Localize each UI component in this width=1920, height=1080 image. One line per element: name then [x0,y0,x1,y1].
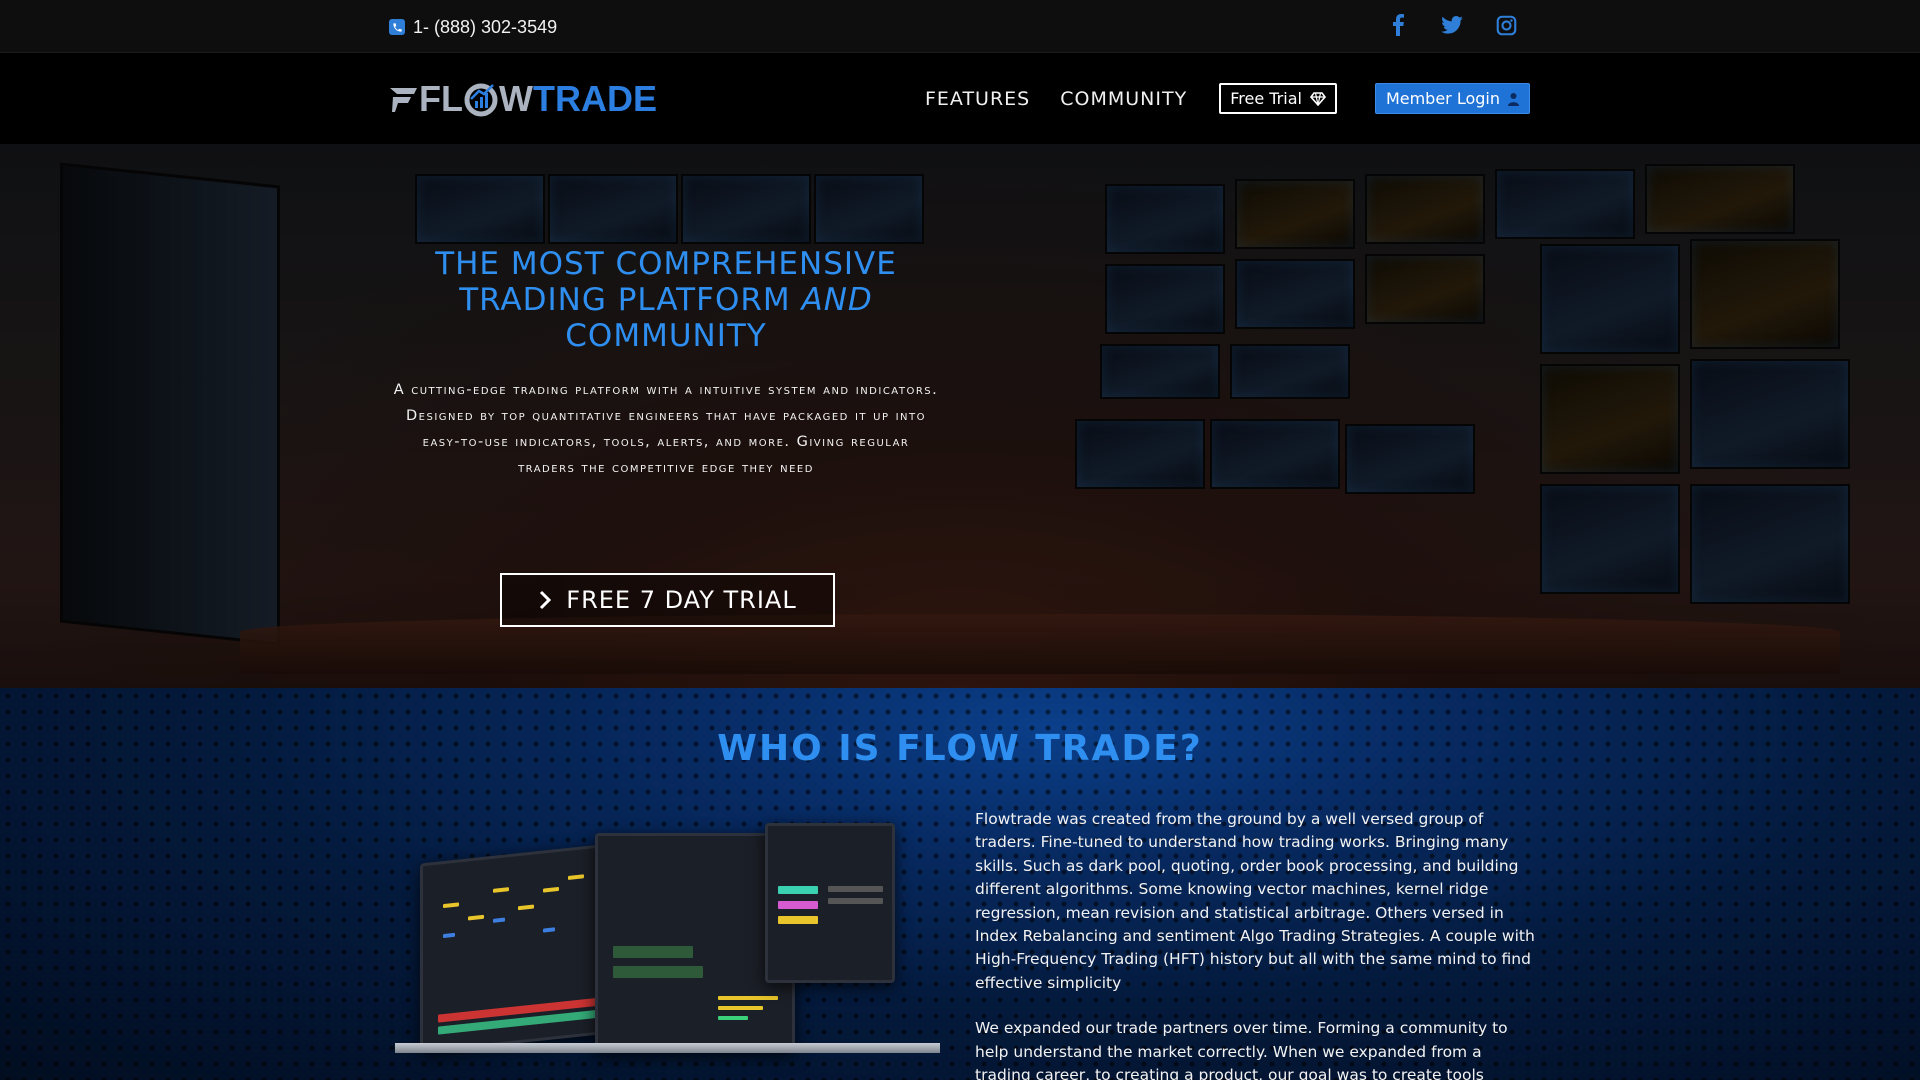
logo-text-trade: TRADE [532,78,657,119]
member-login-label: Member Login [1385,89,1500,108]
facebook-icon[interactable] [1386,12,1410,38]
nav-features[interactable]: FEATURES [925,88,1030,110]
about-title: WHO IS FLOW TRADE? [717,728,1203,769]
free-7-day-trial-button[interactable]: FREE 7 DAY TRIAL [500,573,835,627]
chevron-right-icon [540,590,552,610]
mock-screen-right [765,823,895,983]
logo-flag-icon [390,88,417,112]
laptop-base [395,1043,940,1053]
mock-screen-left [420,842,620,1054]
phone-contact[interactable]: 1- (888) 302-3549 [389,15,557,39]
about-text: Flowtrade was created from the ground by… [975,808,1535,1080]
hero-title-and: AND [801,282,873,318]
free-trial-button[interactable]: Free Trial [1219,83,1337,114]
user-icon [1508,92,1519,106]
twitter-icon[interactable] [1440,12,1464,38]
main-navbar: FL W TRADE FEATURES COMMUNITY Free Trial… [0,53,1920,144]
phone-number: 1- (888) 302-3549 [413,16,558,37]
platform-screenshot-image [395,823,940,1080]
free-trial-label: Free Trial [1230,89,1302,108]
logo-text-fl: FL [419,78,463,119]
hero-subtitle: A cutting-edge trading platform with a i… [393,382,939,476]
nav-community[interactable]: COMMUNITY [1060,88,1187,110]
hero-title-line2: TRADING PLATFORM [459,282,802,318]
logo-o-chart-icon [464,83,498,117]
member-login-button[interactable]: Member Login [1374,83,1530,114]
top-bar: 1- (888) 302-3549 [0,0,1920,53]
hero-title: THE MOST COMPREHENSIVE TRADING PLATFORM … [393,246,939,354]
instagram-icon[interactable] [1494,12,1518,38]
flowtrade-logo[interactable]: FL W TRADE [389,80,657,118]
hero-overlay [0,144,1920,688]
cta-label: FREE 7 DAY TRIAL [566,586,797,614]
hero-title-line1: THE MOST COMPREHENSIVE [435,246,897,282]
hero-section: THE MOST COMPREHENSIVE TRADING PLATFORM … [0,144,1920,688]
logo-text-w: W [498,78,533,119]
diamond-icon [1309,91,1326,106]
about-section: WHO IS FLOW TRADE? Flowtrade was created… [0,688,1920,1080]
phone-icon [389,19,405,35]
nav-menu: FEATURES COMMUNITY Free Trial Member Log… [925,83,1530,114]
social-links [1386,12,1518,38]
about-paragraph-2: We expanded our trade partners over time… [975,1019,1508,1080]
hero-title-line3: COMMUNITY [565,318,767,354]
about-paragraph-1: Flowtrade was created from the ground by… [975,810,1535,992]
